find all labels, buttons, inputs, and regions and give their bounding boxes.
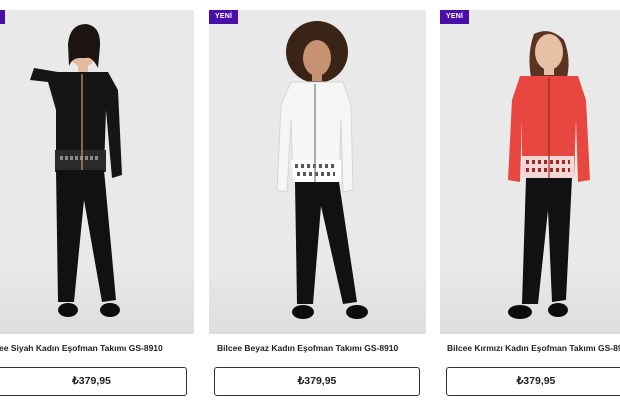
product-title[interactable]: Bilcee Kırmızı Kadın Eşofman Takımı GS-8… — [447, 343, 620, 353]
price-button[interactable]: ₺379,95 — [446, 367, 620, 396]
new-badge: YENİ — [209, 10, 239, 24]
model-figure — [276, 21, 368, 319]
product-image[interactable] — [209, 10, 426, 334]
product-image[interactable] — [440, 10, 620, 334]
product-card[interactable]: ee Siyah Kadın Eşofman Takımı GS-8910 ₺3… — [0, 0, 196, 413]
product-image[interactable] — [0, 10, 194, 334]
new-badge: YENİ — [440, 10, 470, 24]
price-button[interactable]: ₺379,95 — [0, 367, 187, 396]
model-figure — [30, 24, 122, 317]
model-figure — [508, 31, 590, 319]
product-grid: ee Siyah Kadın Eşofman Takımı GS-8910 ₺3… — [0, 0, 620, 413]
price-button[interactable]: ₺379,95 — [214, 367, 420, 396]
product-title[interactable]: Bilcee Beyaz Kadın Eşofman Takımı GS-891… — [217, 343, 398, 353]
product-card[interactable]: YENİ Bilcee Kırmızı Kadın Eşofman Takımı… — [440, 0, 620, 413]
new-badge — [0, 10, 5, 24]
product-card[interactable]: YENİ Bilcee Beyaz Kadın Eşofman Takımı G… — [209, 0, 426, 413]
product-title[interactable]: ee Siyah Kadın Eşofman Takımı GS-8910 — [0, 343, 163, 353]
